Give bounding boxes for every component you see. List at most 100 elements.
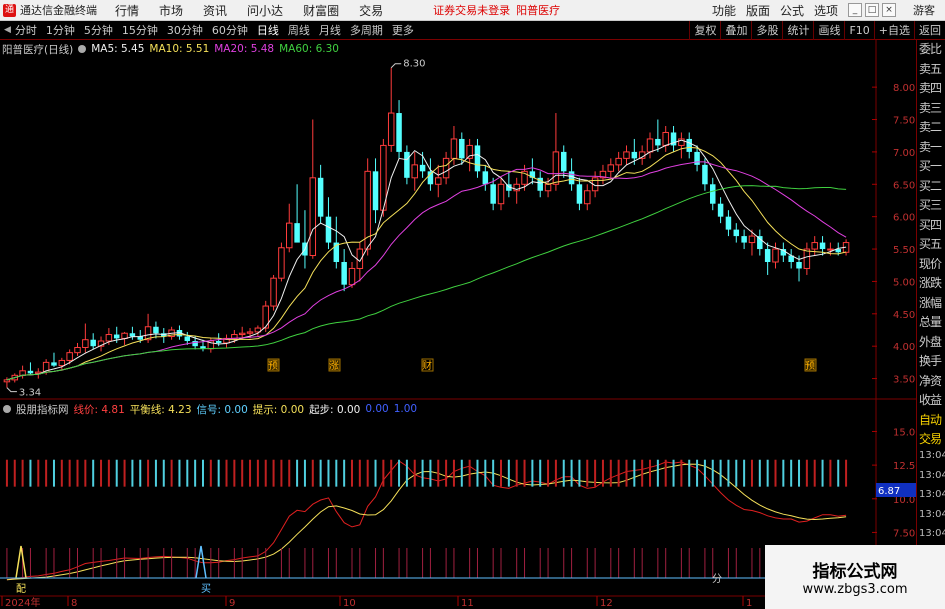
- side-tab-16[interactable]: 换手: [917, 352, 945, 372]
- ma10-label: MA10: 5.51: [149, 43, 210, 55]
- side-tab-7[interactable]: 买二: [917, 177, 945, 197]
- indicator-settings-icon[interactable]: [3, 405, 11, 413]
- candle-body-up: [238, 332, 246, 336]
- candle-body-up: [435, 177, 442, 185]
- side-tab-13[interactable]: 涨幅: [917, 294, 945, 314]
- candle-body-up: [411, 164, 418, 179]
- price-axis-label: 4.50: [893, 310, 915, 321]
- chart-area[interactable]: 配 买 分 8.00 7.50 7.00 6.50 6.00 5.50 5.00 4.50 4.00…: [0, 0, 945, 609]
- candle-body-up: [811, 242, 818, 250]
- trade-time-4: 13:04: [919, 528, 945, 539]
- candle-body-down: [215, 341, 222, 343]
- indicator-hint: 提示: 0.00: [252, 403, 305, 416]
- candle-body-down: [51, 362, 57, 366]
- candle-body-down: [113, 334, 120, 339]
- price-axis-label: 4.00: [893, 342, 915, 353]
- high-marker-label: 8.30: [403, 59, 425, 70]
- candle-body-down: [819, 242, 826, 250]
- date-axis-label: 10: [343, 598, 356, 609]
- candle-body-up: [442, 157, 450, 179]
- settings-circle-icon[interactable]: [78, 45, 87, 53]
- low-marker-line: [6, 387, 17, 393]
- side-tab-19[interactable]: 自动: [917, 411, 945, 431]
- candle-body-up: [74, 346, 81, 354]
- side-tab-0[interactable]: 委比: [917, 40, 945, 60]
- date-axis-label: 12: [600, 598, 613, 609]
- candle-body-up: [615, 157, 622, 166]
- side-tab-12[interactable]: 涨跌: [917, 274, 945, 294]
- indicator-value-a: 0.00: [365, 403, 389, 415]
- indicator-start: 起步: 0.00: [309, 403, 361, 416]
- candle-body-up: [662, 131, 669, 146]
- side-tab-3[interactable]: 卖三: [917, 99, 945, 119]
- candle-body-down: [576, 184, 583, 204]
- candle-body-down: [341, 262, 347, 285]
- ma20-label: MA20: 5.48: [214, 43, 275, 55]
- ma10-line: [6, 146, 847, 381]
- candle-body-down: [317, 177, 324, 217]
- candle-body-up: [348, 267, 356, 286]
- side-tab-14[interactable]: 总量: [917, 313, 945, 333]
- candle-body-up: [646, 138, 654, 153]
- side-tab-9[interactable]: 买四: [917, 216, 945, 236]
- candle-body-down: [686, 138, 692, 152]
- candle-body-up: [66, 352, 73, 361]
- candle-body-up: [278, 247, 285, 279]
- candle-body-up: [623, 151, 630, 159]
- side-tab-11[interactable]: 现价: [917, 255, 945, 275]
- candle-body-down: [710, 184, 716, 204]
- candle-body-up: [552, 151, 560, 185]
- trade-time-2: 13:04: [919, 489, 945, 500]
- side-panel: 委比 卖五 卖四 卖三 卖二 卖一 买一 买二 买三 买四 买五 现价 涨跌 涨幅 总量 外盘 换手 净资 收益 自动…: [916, 40, 945, 609]
- candle-body-up: [607, 164, 615, 172]
- side-tab-2[interactable]: 卖四: [917, 79, 945, 99]
- ma20-line: [6, 161, 847, 381]
- side-tab-10[interactable]: 买五: [917, 235, 945, 255]
- date-axis-label: 2024年: [5, 596, 40, 609]
- candle-body-up: [748, 235, 756, 244]
- side-tab-5[interactable]: 卖一: [917, 138, 945, 158]
- event-marker-label: 财: [422, 359, 432, 372]
- candle-body-down: [184, 336, 191, 342]
- candle-body-down: [325, 216, 332, 243]
- stock-title: 阳普医疗(日线): [2, 43, 74, 56]
- price-axis-label: 6.00: [893, 213, 915, 224]
- date-axis-label: 11: [461, 598, 474, 609]
- candle-body-down: [404, 151, 410, 178]
- event-marker-label: 涨: [329, 360, 339, 372]
- side-tab-1[interactable]: 卖五: [917, 60, 945, 80]
- candle-body-up: [58, 359, 66, 367]
- candle-body-down: [90, 339, 96, 347]
- bottom-right-label: 分: [712, 573, 722, 585]
- side-tab-8[interactable]: 买三: [917, 196, 945, 216]
- side-tab-18[interactable]: 收益: [917, 391, 945, 411]
- side-tab-17[interactable]: 净资: [917, 372, 945, 392]
- trade-time-3: 13:04: [919, 508, 945, 520]
- price-axis-label: 8.00: [893, 83, 915, 94]
- candle-body-up: [270, 277, 277, 307]
- indicator-value-b: 1.00: [393, 403, 418, 415]
- indicator-current-value: 6.87: [878, 486, 900, 497]
- candle-body-up: [286, 222, 293, 249]
- watermark: 指标公式网 www.zbgs3.com: [765, 545, 945, 609]
- candle-body-up: [772, 248, 779, 263]
- candle-body-up: [82, 339, 89, 348]
- indicator-line-price: 线价: 4.81: [73, 403, 125, 416]
- indicator-title: 股朋指标网: [16, 403, 69, 416]
- event-marker-label: 预: [805, 360, 815, 372]
- trade-time-0: 13:04: [919, 450, 945, 461]
- side-tab-6[interactable]: 买一: [917, 157, 945, 177]
- trade-time-1: 13:04: [919, 469, 945, 481]
- candle-body-down: [655, 138, 661, 146]
- candle-body-down: [396, 113, 402, 152]
- price-axis-label: 5.50: [893, 245, 915, 256]
- date-axis-label: 9: [229, 598, 235, 609]
- price-axis-label: 7.50: [893, 116, 915, 127]
- candle-body-up: [584, 190, 591, 205]
- candle-body-down: [27, 370, 34, 374]
- candle-body-down: [757, 236, 763, 250]
- side-tab-15[interactable]: 外盘: [917, 333, 945, 353]
- indicator-header: 股朋指标网 线价: 4.81 平衡线: 4.23 信号: 0.00 提示: 0.…: [0, 401, 422, 417]
- candle-body-down: [372, 171, 379, 211]
- side-tab-4[interactable]: 卖二: [917, 118, 945, 138]
